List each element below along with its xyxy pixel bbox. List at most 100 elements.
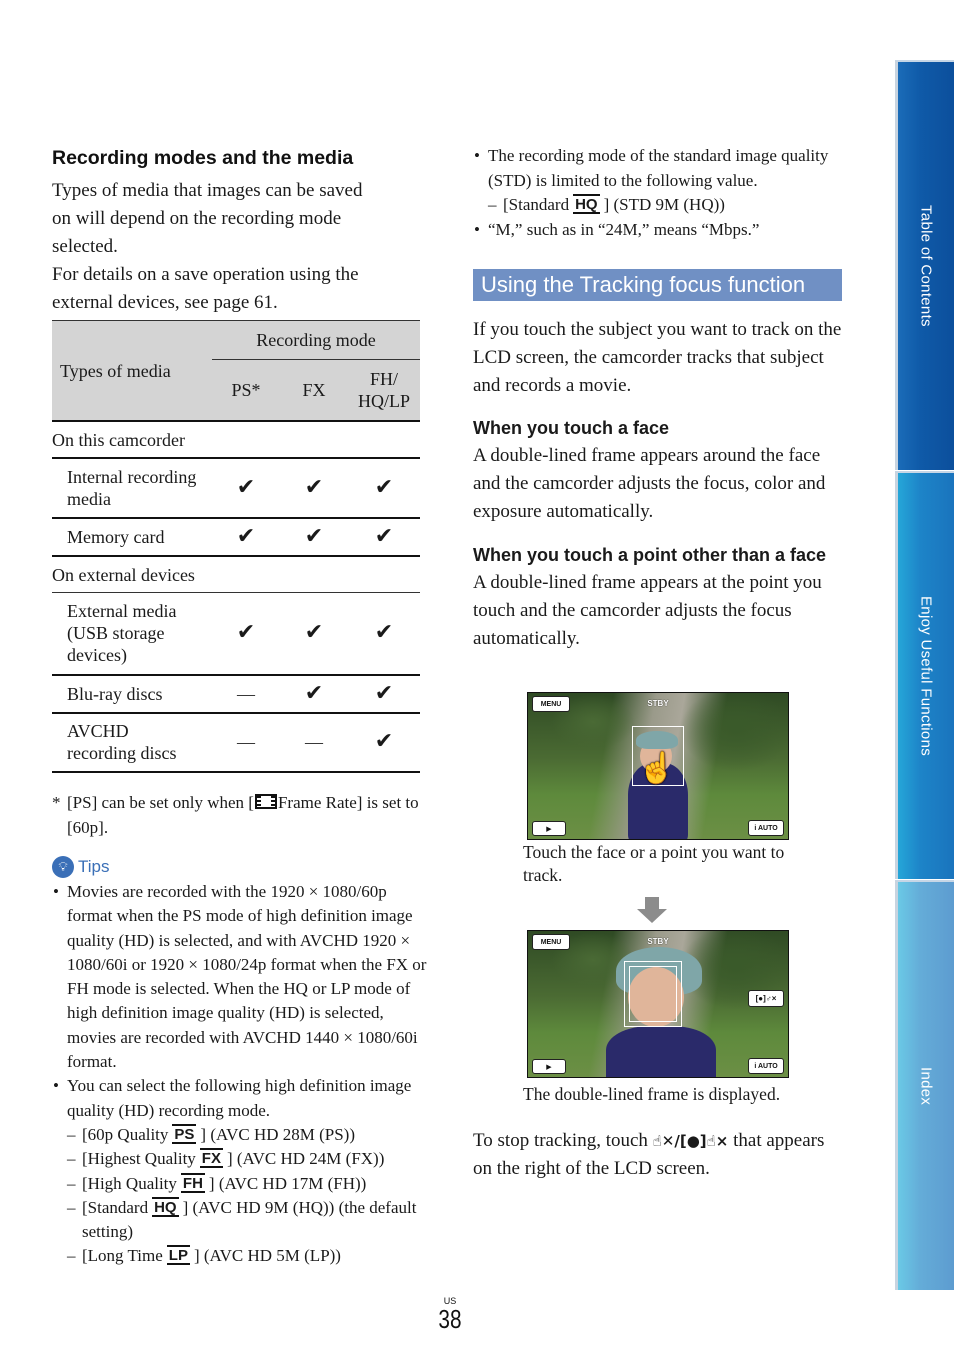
- group-row: On this camcorder: [52, 421, 420, 459]
- mode-item: [High QualityFH] (AVC HD 17M (FH)): [67, 1172, 427, 1197]
- row-media-name: Blu-ray discs: [52, 674, 212, 714]
- table-row: External media (USB storage devices) ✔ ✔ ✔: [52, 592, 420, 676]
- mode-item: [StandardHQ] (AVC HD 9M (HQ)) (the defau…: [67, 1196, 427, 1245]
- lcd-caption-1: Touch the face or a point you want to tr…: [523, 842, 785, 885]
- tips-list: Movies are recorded with the 1920 × 1080…: [52, 880, 427, 1269]
- mode-item: [60p QualityPS] (AVC HD 28M (PS)): [67, 1123, 427, 1148]
- cell-fx: ✔: [280, 592, 348, 676]
- cell-fh: ✔: [348, 712, 420, 773]
- lightbulb-icon: 💡︎: [52, 856, 74, 878]
- cell-fh: ✔: [348, 518, 420, 557]
- left-column: Recording modes and the media Types of m…: [52, 140, 422, 317]
- cell-fh: ✔: [348, 592, 420, 676]
- cell-fx: ✔: [280, 518, 348, 557]
- face-description: A double-lined frame appears around the …: [473, 445, 826, 522]
- tab-label: Index: [917, 1066, 935, 1106]
- status-indicator: STBY: [647, 937, 669, 946]
- ps-badge-icon: PS: [172, 1123, 197, 1144]
- note-item: “M,” such as in “24M,” means “Mbps.”: [473, 218, 843, 243]
- status-indicator: STBY: [647, 699, 669, 708]
- section-title: Recording modes and the media: [52, 147, 354, 169]
- lcd-caption-2: The double-lined frame is displayed.: [523, 1084, 781, 1104]
- point-section: When you touch a point other than a face…: [473, 542, 843, 653]
- row-media-name: External media (USB storage devices): [52, 592, 212, 676]
- group-row: On external devices: [52, 556, 420, 593]
- footnote-marker: *: [52, 793, 61, 812]
- cell-fx: —: [280, 712, 348, 773]
- header-fh-hq-lp: FH/ HQ/LP: [348, 359, 420, 422]
- tab-label: Enjoy Useful Functions: [917, 595, 935, 756]
- face-section: When you touch a face A double-lined fra…: [473, 415, 843, 526]
- mode-item: [Highest QualityFX] (AVC HD 24M (FX)): [67, 1147, 427, 1172]
- cell-ps: —: [212, 674, 280, 714]
- header-ps: PS*: [212, 359, 280, 422]
- footnote-text: [PS] can be set only when [: [67, 793, 254, 812]
- row-media-name: AVCHD recording discs: [52, 712, 212, 773]
- row-media-name: Memory card: [52, 518, 212, 557]
- page-number: US 38: [430, 1297, 470, 1334]
- stop-tracking-instructions: To stop tracking, touch ☝✕/[●]☝× that ap…: [473, 1127, 843, 1183]
- cell-ps: ✔: [212, 458, 280, 519]
- fx-badge-icon: FX: [199, 1148, 223, 1169]
- group-label: On this camcorder: [52, 421, 420, 459]
- hq-badge-icon: HQ: [152, 1196, 179, 1217]
- intelligent-auto-button[interactable]: i AUTO: [748, 1058, 784, 1074]
- std-mode-list: [StandardHQ] (STD 9M (HQ)): [488, 193, 843, 218]
- row-media-name: Internal recording media: [52, 458, 212, 519]
- cell-fx: ✔: [280, 458, 348, 519]
- cancel-tracking-icon: ☝✕/[●]☝×: [652, 1132, 729, 1150]
- cell-fh: ✔: [348, 674, 420, 714]
- mode-item: [StandardHQ] (STD 9M (HQ)): [488, 193, 843, 218]
- touch-hand-icon: ☝: [638, 752, 676, 785]
- intelligent-auto-button[interactable]: i AUTO: [748, 820, 784, 836]
- tab-index[interactable]: Index: [895, 880, 954, 1290]
- note-text: The recording mode of the standard image…: [488, 146, 829, 190]
- page-61-link[interactable]: external devices, see page 61.: [52, 292, 278, 313]
- intro-line: on will depend on the recording mode: [52, 208, 342, 229]
- focus-frame-inner: [629, 966, 677, 1022]
- cell-ps: ✔: [212, 518, 280, 557]
- tab-label: Table of Contents: [917, 205, 935, 327]
- intro-line: Types of media that images can be saved: [52, 180, 363, 201]
- table-row: Blu-ray discs — ✔ ✔: [52, 674, 420, 714]
- cell-fh: ✔: [348, 458, 420, 519]
- playback-button[interactable]: ▶: [532, 1059, 566, 1074]
- header-types-of-media: Types of media: [52, 320, 212, 422]
- std-notes-list: The recording mode of the standard image…: [473, 144, 843, 242]
- point-description: A double-lined frame appears at the poin…: [473, 572, 822, 649]
- intro-paragraph: Types of media that images can be saved …: [52, 177, 422, 317]
- hq-badge-icon: HQ: [573, 194, 600, 214]
- fh-badge-icon: FH: [180, 1172, 205, 1193]
- intro-line: For details on a save operation using th…: [52, 264, 359, 285]
- mode-item: [Long TimeLP] (AVC HD 5M (LP)): [67, 1244, 427, 1269]
- playback-button[interactable]: ▶: [532, 821, 566, 836]
- header-fh-line: FH/: [369, 369, 398, 389]
- child-figure: [606, 1026, 716, 1077]
- header-fh-line: HQ/LP: [357, 391, 410, 411]
- group-label: On external devices: [52, 556, 420, 593]
- tip-item: You can select the following high defini…: [52, 1074, 427, 1269]
- face-subheading: When you touch a face: [473, 418, 670, 438]
- table-row: Memory card ✔ ✔ ✔: [52, 518, 420, 557]
- tips-heading: 💡︎ Tips: [52, 856, 110, 878]
- table-row: Internal recording media ✔ ✔ ✔: [52, 458, 420, 519]
- header-recording-mode: Recording mode: [212, 320, 420, 360]
- header-fx: FX: [280, 359, 348, 422]
- tab-table-of-contents[interactable]: Table of Contents: [895, 60, 954, 470]
- tab-enjoy-useful-functions[interactable]: Enjoy Useful Functions: [895, 471, 954, 879]
- point-subheading: When you touch a point other than a face: [473, 545, 827, 565]
- media-table: Types of media Recording mode PS* FX FH/…: [52, 320, 420, 773]
- note-item: The recording mode of the standard image…: [473, 144, 843, 218]
- mode-list: [60p QualityPS] (AVC HD 28M (PS)) [Highe…: [67, 1123, 427, 1269]
- cell-ps: ✔: [212, 592, 280, 676]
- cancel-tracking-button[interactable]: [●]♂×: [748, 990, 784, 1007]
- lp-badge-icon: LP: [166, 1245, 190, 1266]
- intro-line: selected.: [52, 236, 118, 257]
- cell-fx: ✔: [280, 674, 348, 714]
- page-number-value: 38: [438, 1304, 462, 1334]
- stop-text: To stop tracking, touch: [473, 1130, 648, 1151]
- tip-text: You can select the following high defini…: [67, 1076, 412, 1120]
- section-heading-bar: Using the Tracking focus function: [473, 269, 842, 301]
- lcd-screen-tracking: MENU STBY [●]♂× ▶ i AUTO: [527, 930, 789, 1078]
- tips-label: Tips: [78, 857, 110, 876]
